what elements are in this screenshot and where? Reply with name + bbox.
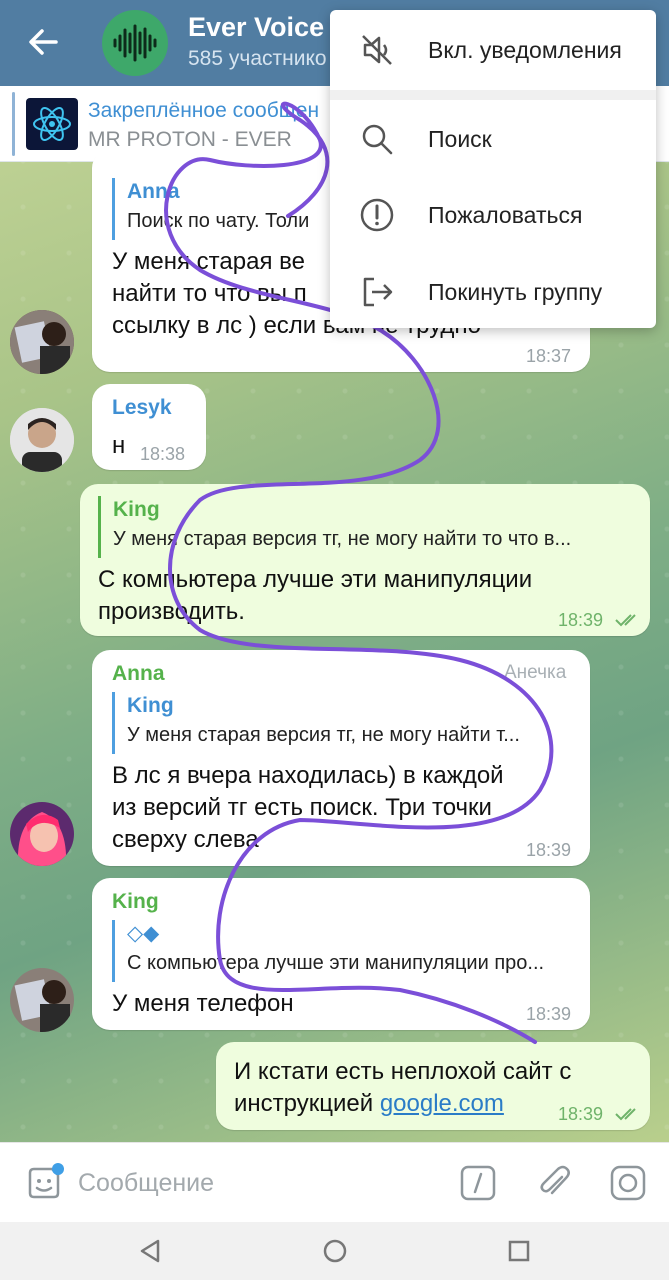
- nav-home-button[interactable]: [320, 1236, 350, 1266]
- message-input-bar: [0, 1142, 669, 1222]
- message-text: В лс я вчера находилась) в каждой из вер…: [112, 762, 504, 853]
- message-time: 18:39: [526, 1004, 572, 1024]
- sticker-button[interactable]: [24, 1163, 64, 1203]
- circle-home-icon: [323, 1239, 347, 1263]
- reply-sender: King: [127, 694, 174, 717]
- message-time: 18:38: [140, 444, 186, 464]
- message-text: С компьютера лучше эти манипуляции произ…: [98, 566, 533, 625]
- pinned-text: MR PROTON - EVER: [88, 128, 292, 151]
- reply-quote[interactable]: King У меня старая версия тг, не могу на…: [112, 692, 582, 754]
- message-bubble[interactable]: Lesyk н 18:38: [92, 384, 206, 470]
- sender-name[interactable]: Lesyk: [112, 396, 172, 420]
- group-avatar[interactable]: [102, 10, 168, 76]
- pinned-title: Закреплённое сообщен: [88, 99, 320, 122]
- sender-name[interactable]: Anna: [112, 662, 165, 686]
- menu-item-label: Пожаловаться: [428, 202, 583, 228]
- menu-item-label: Покинуть группу: [428, 279, 603, 305]
- chat-options-menu: Вкл. уведомления Поиск Пожаловаться Поки…: [330, 10, 656, 328]
- paperclip-icon: [540, 1165, 570, 1195]
- message-time: 18:39: [558, 1104, 604, 1124]
- sender-name[interactable]: King: [112, 890, 159, 914]
- reply-sender: ◇◆: [127, 922, 160, 945]
- menu-divider: [330, 90, 656, 100]
- system-nav-bar: [0, 1222, 669, 1280]
- nav-back-button[interactable]: [136, 1236, 166, 1266]
- leave-icon: [363, 277, 393, 307]
- bell-off-icon: [362, 35, 392, 65]
- square-recents-icon: [508, 1240, 530, 1262]
- message-bubble[interactable]: Anna Анечка King У меня старая версия тг…: [92, 650, 590, 866]
- double-check-icon: [615, 614, 636, 627]
- menu-item-unmute[interactable]: Вкл. уведомления: [330, 13, 656, 87]
- message-time: 18:37: [526, 346, 572, 366]
- sticker-icon: [28, 1163, 64, 1199]
- user-avatar[interactable]: [10, 802, 74, 866]
- camera-icon: [610, 1165, 646, 1201]
- message-text: н: [112, 432, 126, 459]
- triangle-back-icon: [140, 1239, 160, 1263]
- double-check-icon: [615, 1108, 636, 1121]
- attach-button[interactable]: [534, 1163, 574, 1203]
- message-link[interactable]: google.com: [380, 1090, 504, 1117]
- reply-text: У меня старая версия тг, не могу найти т…: [127, 724, 520, 746]
- message-input[interactable]: [78, 1165, 438, 1201]
- reply-text: У меня старая версия тг, не могу найти т…: [113, 528, 572, 550]
- menu-item-search[interactable]: Поиск: [330, 102, 656, 176]
- message-bubble[interactable]: King ◇◆ С компьютера лучше эти манипуляц…: [92, 878, 590, 1030]
- slash-command-icon: [460, 1165, 496, 1201]
- report-icon: [360, 198, 394, 232]
- menu-item-leave[interactable]: Покинуть группу: [330, 255, 656, 329]
- user-avatar[interactable]: [10, 408, 74, 472]
- menu-item-report[interactable]: Пожаловаться: [330, 178, 656, 252]
- avatar-photo-icon: [10, 408, 74, 472]
- message-time: 18:39: [526, 840, 572, 860]
- reply-sender: King: [113, 498, 160, 521]
- menu-item-label: Поиск: [428, 126, 492, 152]
- message-text: У меня телефон: [112, 990, 294, 1017]
- chat-title[interactable]: Ever Voice: [188, 12, 324, 43]
- message-bubble-outgoing[interactable]: И кстати есть неплохой сайт с инструкцие…: [216, 1042, 650, 1130]
- back-button[interactable]: [22, 22, 66, 62]
- avatar-photo-icon: [10, 310, 74, 374]
- reply-text: С компьютера лучше эти манипуляции про..…: [127, 952, 545, 974]
- member-count: 585 участнико: [188, 47, 327, 70]
- bot-commands-button[interactable]: [458, 1163, 498, 1203]
- user-avatar[interactable]: [10, 310, 74, 374]
- user-avatar[interactable]: [10, 968, 74, 1032]
- avatar-photo-icon: [10, 802, 74, 866]
- atom-icon: [33, 107, 71, 141]
- arrow-left-icon: [29, 29, 58, 55]
- search-icon: [362, 124, 393, 155]
- nav-recents-button[interactable]: [504, 1236, 534, 1266]
- message-bubble-outgoing[interactable]: King У меня старая версия тг, не могу на…: [80, 484, 650, 636]
- camera-button[interactable]: [608, 1163, 648, 1203]
- avatar-photo-icon: [10, 968, 74, 1032]
- menu-item-label: Вкл. уведомления: [428, 37, 622, 63]
- pinned-indicator: [12, 92, 15, 156]
- member-tag: Анечка: [504, 662, 567, 683]
- waveform-icon: [113, 24, 157, 62]
- pinned-thumbnail: [26, 98, 78, 150]
- reply-quote[interactable]: King У меня старая версия тг, не могу на…: [98, 496, 638, 558]
- reply-quote[interactable]: ◇◆ С компьютера лучше эти манипуляции пр…: [112, 920, 582, 982]
- message-time: 18:39: [558, 610, 604, 630]
